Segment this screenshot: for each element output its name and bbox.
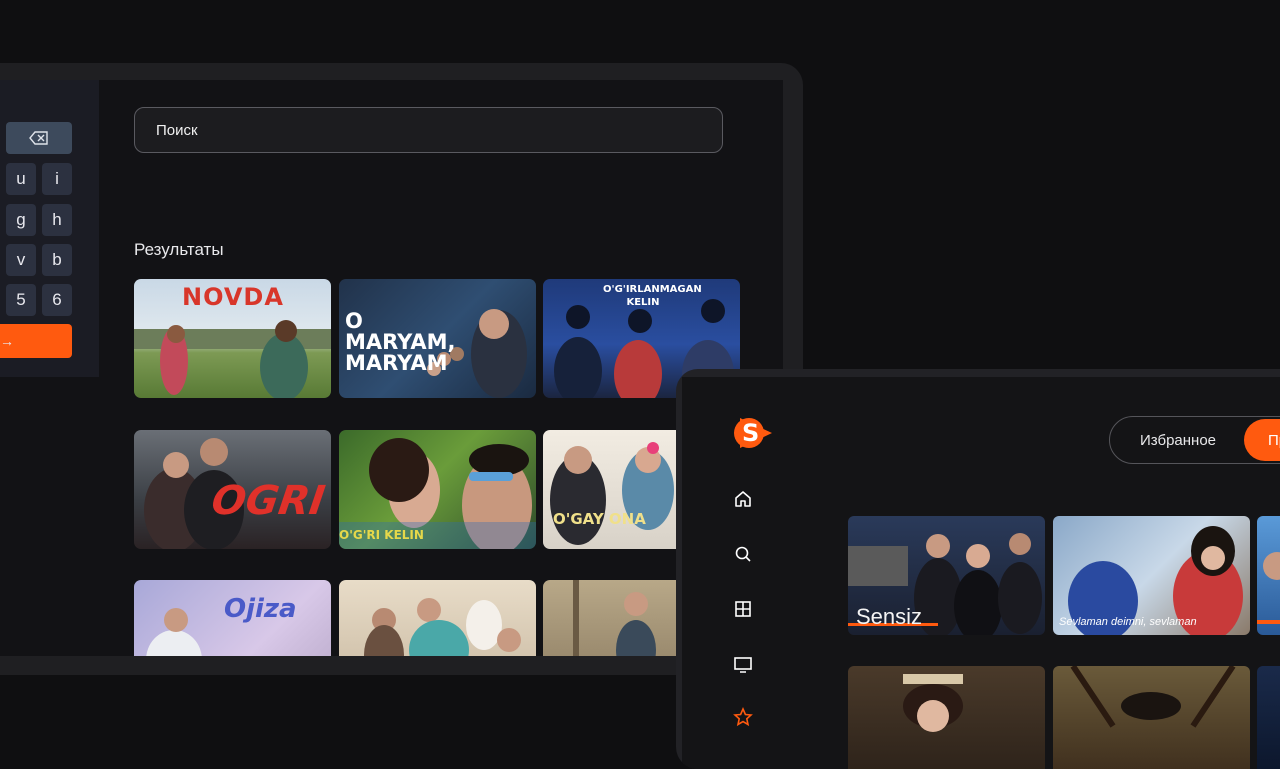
results-heading: Результаты	[134, 240, 224, 259]
key-5[interactable]: 5	[6, 284, 36, 316]
tile-title: OGRI	[208, 478, 328, 524]
tile-title: Sevlaman deimni, sevlaman	[1059, 616, 1197, 628]
home-screen: S Избранное Пр	[682, 377, 1280, 769]
tv-icon[interactable]	[733, 654, 753, 674]
star-icon[interactable]	[733, 707, 753, 727]
grid-icon[interactable]	[733, 599, 753, 619]
key-v[interactable]: v	[6, 244, 36, 276]
result-tile[interactable]: NOVDA	[134, 279, 331, 398]
content-tile[interactable]	[1053, 666, 1250, 769]
result-tile[interactable]: O MARYAM, MARYAM	[339, 279, 536, 398]
result-tile[interactable]: O'G'RI KELIN	[339, 430, 536, 549]
tile-title: NOVDA	[182, 283, 284, 311]
key-i[interactable]: i	[42, 163, 72, 195]
home-screen-frame: S Избранное Пр	[676, 369, 1280, 769]
search-placeholder: Поиск	[156, 121, 198, 139]
category-tabs: Избранное Пр	[1109, 416, 1280, 464]
key-6[interactable]: 6	[42, 284, 72, 316]
tile-artwork	[364, 598, 521, 656]
tile-title: O'G'IRLANMAGAN KELIN	[603, 284, 702, 308]
tile-title: O MARYAM, MARYAM	[345, 309, 456, 375]
backspace-key[interactable]	[6, 122, 72, 154]
tile-title: Ojiza	[224, 594, 297, 624]
home-icon[interactable]	[733, 489, 753, 509]
key-u[interactable]: u	[6, 163, 36, 195]
key-h[interactable]: h	[42, 204, 72, 236]
tile-artwork	[1257, 552, 1280, 624]
tile-artwork	[903, 674, 963, 732]
brand-logo[interactable]: S	[734, 412, 774, 454]
content-tile[interactable]: Sevlaman deimni, sevlaman	[1053, 516, 1250, 635]
content-tile[interactable]	[1257, 516, 1280, 635]
result-tile[interactable]: Ojiza	[134, 580, 331, 656]
key-g[interactable]: g	[6, 204, 36, 236]
search-icon[interactable]	[733, 544, 753, 564]
tile-title: Sensiz	[856, 604, 923, 629]
backspace-icon	[29, 131, 48, 145]
arrow-right-icon: →	[0, 333, 14, 349]
search-screen: u i g h v b 5 6 → Поиск Результаты NOVDA…	[0, 80, 783, 656]
onscreen-keyboard: u i g h v b 5 6 →	[0, 80, 99, 377]
tile-title: O'GAY ONA	[553, 510, 646, 528]
brand-letter: S	[742, 419, 760, 447]
result-tile[interactable]	[339, 580, 536, 656]
result-tile[interactable]: OGRI	[134, 430, 331, 549]
enter-key[interactable]: →	[0, 324, 72, 358]
content-tile[interactable]: Sensiz	[848, 516, 1045, 635]
tile-title: O'G'RI KELIN	[339, 528, 424, 542]
tile-artwork	[1070, 666, 1236, 728]
content-tile[interactable]	[1257, 666, 1280, 769]
key-b[interactable]: b	[42, 244, 72, 276]
content-tile[interactable]	[848, 666, 1045, 769]
search-input[interactable]: Поиск	[134, 107, 723, 153]
tab-active[interactable]: Пр	[1244, 419, 1280, 461]
tab-favorites[interactable]: Избранное	[1140, 417, 1216, 463]
